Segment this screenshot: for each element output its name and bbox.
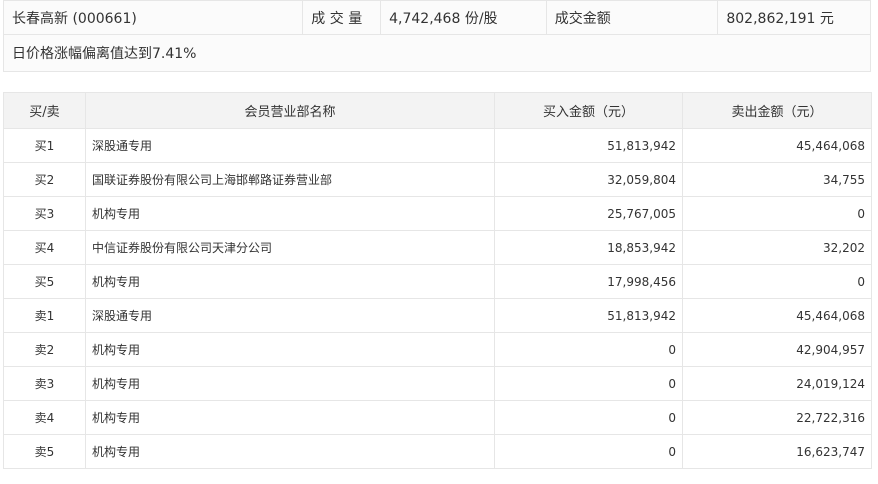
row-buy: 0 (494, 434, 683, 469)
row-sell: 22,722,316 (682, 400, 872, 435)
row-name: 机构专用 (85, 332, 495, 367)
row-sell: 34,755 (682, 162, 872, 197)
table-header-row: 买/卖 会员营业部名称 买入金额（元） 卖出金额（元） (3, 92, 872, 129)
table-row: 买4 中信证券股份有限公司天津分公司 18,853,942 32,202 (3, 230, 872, 265)
row-side: 买3 (3, 196, 86, 231)
row-side: 买4 (3, 230, 86, 265)
row-side: 卖5 (3, 434, 86, 469)
row-name: 机构专用 (85, 400, 495, 435)
row-sell: 16,623,747 (682, 434, 872, 469)
table-row: 卖1 深股通专用 51,813,942 45,464,068 (3, 298, 872, 333)
row-side: 买1 (3, 128, 86, 163)
row-name: 机构专用 (85, 196, 495, 231)
row-buy: 0 (494, 332, 683, 367)
row-name: 机构专用 (85, 434, 495, 469)
row-name: 深股通专用 (85, 298, 495, 333)
row-sell: 42,904,957 (682, 332, 872, 367)
stock-name: 长春高新 (000661) (4, 1, 304, 34)
row-buy: 18,853,942 (494, 230, 683, 265)
table-row: 卖4 机构专用 0 22,722,316 (3, 400, 872, 435)
row-side: 卖4 (3, 400, 86, 435)
row-buy: 0 (494, 366, 683, 401)
row-side: 卖1 (3, 298, 86, 333)
volume-value: 4,742,468 份/股 (381, 1, 547, 34)
row-buy: 51,813,942 (494, 128, 683, 163)
trading-seats-table: 买/卖 会员营业部名称 买入金额（元） 卖出金额（元） 买1 深股通专用 51,… (3, 92, 872, 469)
row-name: 机构专用 (85, 366, 495, 401)
row-sell: 0 (682, 196, 872, 231)
row-sell: 0 (682, 264, 872, 299)
amount-label: 成交金额 (546, 1, 719, 34)
row-name: 深股通专用 (85, 128, 495, 163)
summary-row: 长春高新 (000661) 成 交 量 4,742,468 份/股 成交金额 8… (4, 1, 871, 35)
table-row: 卖3 机构专用 0 24,019,124 (3, 366, 872, 401)
table-row: 买3 机构专用 25,767,005 0 (3, 196, 872, 231)
row-sell: 45,464,068 (682, 298, 872, 333)
row-buy: 25,767,005 (494, 196, 683, 231)
stock-summary: 长春高新 (000661) 成 交 量 4,742,468 份/股 成交金额 8… (3, 0, 871, 72)
row-side: 卖2 (3, 332, 86, 367)
row-buy: 32,059,804 (494, 162, 683, 197)
table-row: 卖5 机构专用 0 16,623,747 (3, 434, 872, 469)
row-name: 国联证券股份有限公司上海邯郸路证券营业部 (85, 162, 495, 197)
row-side: 买2 (3, 162, 86, 197)
table-row: 买5 机构专用 17,998,456 0 (3, 264, 872, 299)
amount-value: 802,862,191 元 (718, 1, 871, 34)
row-buy: 0 (494, 400, 683, 435)
row-side: 卖3 (3, 366, 86, 401)
row-name: 机构专用 (85, 264, 495, 299)
listing-reason: 日价格涨幅偏离值达到7.41% (4, 35, 870, 71)
row-buy: 17,998,456 (494, 264, 683, 299)
header-name: 会员营业部名称 (85, 92, 495, 129)
row-name: 中信证券股份有限公司天津分公司 (85, 230, 495, 265)
row-buy: 51,813,942 (494, 298, 683, 333)
table-row: 卖2 机构专用 0 42,904,957 (3, 332, 872, 367)
header-sell: 卖出金额（元） (682, 92, 872, 129)
row-sell: 32,202 (682, 230, 872, 265)
row-side: 买5 (3, 264, 86, 299)
table-row: 买2 国联证券股份有限公司上海邯郸路证券营业部 32,059,804 34,75… (3, 162, 872, 197)
row-sell: 24,019,124 (682, 366, 872, 401)
header-side: 买/卖 (3, 92, 86, 129)
volume-label: 成 交 量 (303, 1, 382, 34)
header-buy: 买入金额（元） (494, 92, 683, 129)
table-row: 买1 深股通专用 51,813,942 45,464,068 (3, 128, 872, 163)
row-sell: 45,464,068 (682, 128, 872, 163)
